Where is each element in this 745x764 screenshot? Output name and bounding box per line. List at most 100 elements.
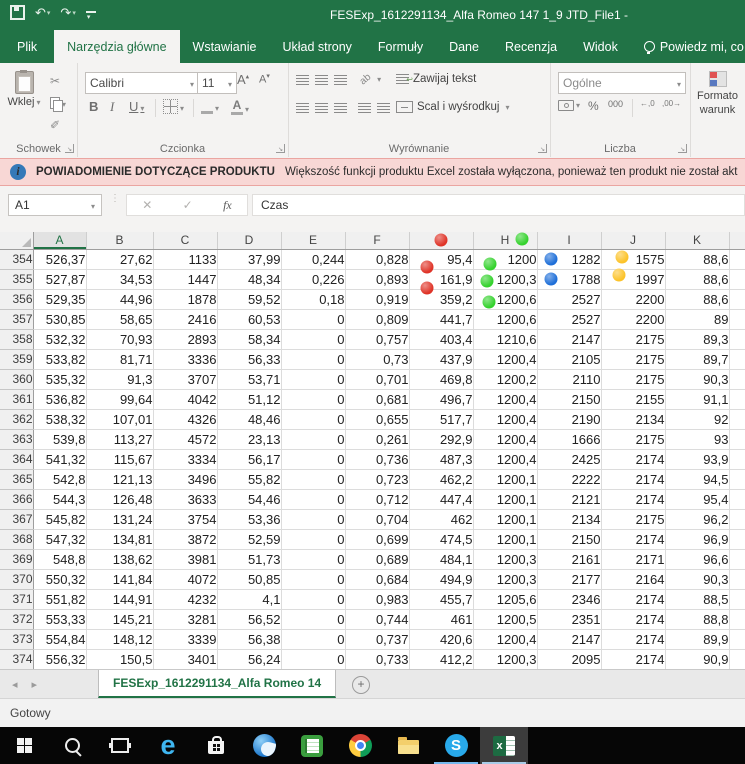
cell[interactable]: 1282	[537, 249, 601, 269]
cell[interactable]: 550,32	[33, 569, 86, 589]
cell[interactable]: 0,244	[281, 249, 345, 269]
cell[interactable]: 0	[281, 629, 345, 649]
cell[interactable]: 496,7	[409, 389, 473, 409]
redo-button[interactable]: ↷▾	[60, 6, 75, 19]
cell[interactable]: 88,6	[665, 269, 729, 289]
cell[interactable]: 539,8	[33, 429, 86, 449]
cell[interactable]	[729, 309, 745, 329]
cell[interactable]: 1200,1	[473, 509, 537, 529]
cell[interactable]: 526,37	[33, 249, 86, 269]
cell[interactable]: 92	[665, 409, 729, 429]
cell[interactable]: 1575	[601, 249, 665, 269]
cell[interactable]: 2174	[601, 649, 665, 669]
cell[interactable]: 533,82	[33, 349, 86, 369]
cell[interactable]: 541,32	[33, 449, 86, 469]
cell[interactable]: 0	[281, 349, 345, 369]
cell[interactable]: 2161	[537, 549, 601, 569]
cell[interactable]: 95,4	[409, 249, 473, 269]
cell[interactable]	[729, 609, 745, 629]
column-header-D[interactable]: D	[217, 232, 281, 249]
increase-decimal-button[interactable]: ←,0	[640, 99, 655, 108]
cell[interactable]: 2190	[537, 409, 601, 429]
cell[interactable]: 2174	[601, 589, 665, 609]
cell[interactable]: 0,681	[345, 389, 409, 409]
cell[interactable]: 2105	[537, 349, 601, 369]
cell[interactable]: 0	[281, 609, 345, 629]
cell[interactable]	[729, 509, 745, 529]
cell[interactable]: 542,8	[33, 469, 86, 489]
row-header[interactable]: 373	[0, 629, 33, 649]
cell[interactable]: 469,8	[409, 369, 473, 389]
formula-input[interactable]: Czas	[252, 194, 745, 216]
cell[interactable]: 0,893	[345, 269, 409, 289]
cell[interactable]: 56,24	[217, 649, 281, 669]
cell[interactable]: 2171	[601, 549, 665, 569]
font-dialog-launcher[interactable]	[276, 144, 285, 153]
cell[interactable]: 3401	[153, 649, 217, 669]
column-header-C[interactable]: C	[153, 232, 217, 249]
insert-function-icon[interactable]: fx	[223, 198, 232, 213]
tab-układ-strony[interactable]: Układ strony	[269, 30, 364, 63]
column-header-H[interactable]: H	[473, 232, 537, 249]
percent-style-button[interactable]: %	[588, 99, 599, 113]
cell[interactable]: 99,64	[86, 389, 153, 409]
taskbar-chrome-button[interactable]	[336, 727, 384, 764]
column-header-B[interactable]: B	[86, 232, 153, 249]
cell[interactable]: 23,13	[217, 429, 281, 449]
cell[interactable]: 2150	[537, 389, 601, 409]
cell[interactable]: 0	[281, 309, 345, 329]
cell[interactable]: 0,18	[281, 289, 345, 309]
cell[interactable]: 474,5	[409, 529, 473, 549]
cell[interactable]: 487,3	[409, 449, 473, 469]
row-header[interactable]: 360	[0, 369, 33, 389]
fill-color-button[interactable]	[201, 99, 219, 114]
tab-wstawianie[interactable]: Wstawianie	[180, 30, 270, 63]
cell[interactable]: 27,62	[86, 249, 153, 269]
cell[interactable]	[729, 329, 745, 349]
cell[interactable]	[729, 389, 745, 409]
cell[interactable]: 44,96	[86, 289, 153, 309]
cell[interactable]: 1200,3	[473, 549, 537, 569]
column-header-G[interactable]: G	[409, 232, 473, 249]
cell[interactable]: 535,32	[33, 369, 86, 389]
decrease-decimal-button[interactable]: ,00→	[662, 99, 681, 108]
cell[interactable]	[729, 489, 745, 509]
cell[interactable]	[729, 569, 745, 589]
cell[interactable]: 530,85	[33, 309, 86, 329]
cell[interactable]: 138,62	[86, 549, 153, 569]
cell[interactable]: 1200,6	[473, 289, 537, 309]
cut-button[interactable]: ✂	[50, 72, 74, 90]
cell[interactable]: 517,7	[409, 409, 473, 429]
undo-button[interactable]: ↶▾	[35, 6, 50, 19]
cell[interactable]: 484,1	[409, 549, 473, 569]
cell[interactable]: 2095	[537, 649, 601, 669]
cell[interactable]: 90,9	[665, 649, 729, 669]
shrink-font-button[interactable]: A▾	[259, 72, 270, 86]
cell[interactable]: 60,53	[217, 309, 281, 329]
cell[interactable]: 4232	[153, 589, 217, 609]
cell[interactable]: 3281	[153, 609, 217, 629]
customize-qat-button[interactable]	[86, 9, 96, 16]
cell[interactable]	[729, 289, 745, 309]
cell[interactable]: 2155	[601, 389, 665, 409]
save-button[interactable]	[10, 5, 25, 20]
cell[interactable]: 0,712	[345, 489, 409, 509]
row-header[interactable]: 362	[0, 409, 33, 429]
cell[interactable]	[729, 249, 745, 269]
row-header[interactable]: 363	[0, 429, 33, 449]
cell[interactable]: 2174	[601, 529, 665, 549]
cell[interactable]: 2175	[601, 349, 665, 369]
cell[interactable]: 548,8	[33, 549, 86, 569]
cell[interactable]: 53,36	[217, 509, 281, 529]
cell[interactable]: 553,33	[33, 609, 86, 629]
cell[interactable]: 0	[281, 549, 345, 569]
cell[interactable]	[729, 409, 745, 429]
cell[interactable]: 554,84	[33, 629, 86, 649]
cell[interactable]: 1447	[153, 269, 217, 289]
row-header[interactable]: 354	[0, 249, 33, 269]
number-dialog-launcher[interactable]	[678, 144, 687, 153]
cell[interactable]: 4,1	[217, 589, 281, 609]
cell[interactable]: 93	[665, 429, 729, 449]
cell[interactable]: 455,7	[409, 589, 473, 609]
cell[interactable]: 2175	[601, 329, 665, 349]
